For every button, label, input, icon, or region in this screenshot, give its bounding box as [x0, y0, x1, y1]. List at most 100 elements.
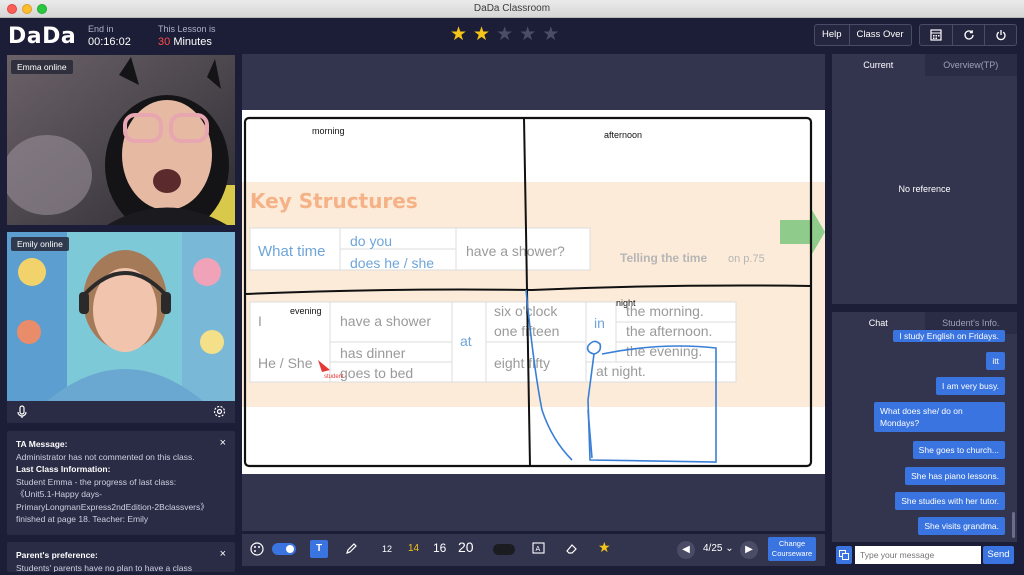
- has-dinner-text: has dinner: [340, 345, 406, 361]
- svg-text:A: A: [536, 546, 541, 553]
- font-size-14[interactable]: 14: [408, 543, 419, 554]
- image-tool-icon[interactable]: A: [532, 542, 545, 557]
- star-icon[interactable]: ★: [496, 25, 513, 45]
- end-in-label: End in: [88, 24, 114, 34]
- app-header: DaDa End in 00:16:02 This Lesson is 30 M…: [0, 18, 1024, 54]
- preposition-in-text: in: [594, 315, 605, 331]
- parent-panel-close-icon[interactable]: ×: [220, 548, 226, 561]
- teacher-video-controls: [7, 401, 235, 423]
- page-ref-text: on p.75: [728, 253, 765, 265]
- courseware-slide[interactable]: Key Structures What time do you does he …: [242, 110, 825, 474]
- slide-canvas[interactable]: Key Structures What time do you does he …: [242, 110, 825, 474]
- header-icon-group: [919, 24, 1017, 46]
- lesson-length-value: 30 Minutes: [158, 36, 212, 48]
- star-icon[interactable]: ★: [473, 25, 490, 45]
- help-button[interactable]: Help: [815, 25, 849, 45]
- send-button[interactable]: Send: [983, 546, 1014, 564]
- have-a-shower-question-text: have a shower?: [466, 243, 565, 259]
- parent-preference-panel: × Parent's preference: Students' parents…: [7, 542, 235, 572]
- change-courseware-button[interactable]: Change Courseware: [768, 537, 816, 561]
- window-title-bar: DaDa Classroom: [0, 0, 1024, 18]
- chat-panel: Chat Student's Info. I study English on …: [832, 312, 1017, 542]
- settings-gear-icon[interactable]: [213, 405, 226, 423]
- drawn-afternoon-label: afternoon: [604, 130, 642, 140]
- star-icon[interactable]: ★: [450, 25, 467, 45]
- font-size-12[interactable]: 12: [382, 544, 392, 554]
- translate-icon[interactable]: [836, 546, 852, 564]
- text-tool-icon[interactable]: T: [310, 540, 328, 558]
- last-class-line: finished at page 18. Teacher: Emily: [16, 514, 149, 524]
- last-class-title: Last Class Information:: [16, 464, 111, 474]
- chat-scrollbar[interactable]: [1012, 512, 1015, 538]
- student-cursor-label: student: [324, 374, 344, 380]
- chat-message: itt: [986, 352, 1005, 370]
- reward-star-icon[interactable]: ★: [598, 539, 611, 556]
- chat-message: She goes to church...: [912, 441, 1005, 459]
- subject-he-she-text: He / She: [258, 355, 313, 371]
- teacher-video-frame: [7, 232, 235, 401]
- whiteboard-area: Key Structures What time do you does he …: [242, 54, 825, 531]
- last-class-line: Student Emma - the progress of last clas…: [16, 476, 177, 487]
- teacher-status-label: Emily online: [11, 237, 69, 251]
- ta-panel-close-icon[interactable]: ×: [220, 437, 226, 450]
- last-class-line: 《Unit5.1-Happy days-: [16, 489, 102, 499]
- chat-message: I study English on Fridays.: [893, 330, 1005, 342]
- dada-logo: DaDa: [8, 24, 77, 49]
- goes-to-bed-text: goes to bed: [340, 365, 413, 381]
- period-night-text: at night.: [596, 363, 646, 379]
- star-icon[interactable]: ★: [542, 25, 559, 45]
- header-button-group: Help Class Over: [814, 24, 912, 46]
- chat-message: She visits grandma.: [918, 517, 1005, 535]
- tab-overview-tp[interactable]: Overview(TP): [924, 54, 1017, 76]
- time-six-text: six o'clock: [494, 303, 558, 319]
- laser-toggle[interactable]: [272, 543, 296, 555]
- drawn-morning-label: morning: [312, 126, 345, 136]
- palette-icon[interactable]: [250, 542, 264, 559]
- ta-message-text: Administrator has not commented on this …: [16, 451, 195, 462]
- what-time-text: What time: [258, 243, 326, 260]
- font-size-16[interactable]: 16: [433, 541, 446, 555]
- whiteboard-toolbar: T 12 14 16 20 A ★ ◀ 4/25 ⌄ ▶ Change Cours…: [242, 534, 825, 566]
- eraser-icon[interactable]: [565, 542, 578, 558]
- no-reference-text: No reference: [898, 184, 951, 194]
- reference-tabs: Current Overview(TP): [832, 54, 1017, 76]
- do-you-text: do you: [350, 233, 392, 249]
- key-structures-title: Key Structures: [250, 189, 418, 213]
- pen-icon[interactable]: [345, 542, 358, 558]
- tab-current[interactable]: Current: [832, 54, 925, 76]
- color-swatch[interactable]: [493, 544, 515, 555]
- page-indicator[interactable]: 4/25 ⌄: [703, 543, 734, 554]
- lesson-length-label: This Lesson is: [158, 24, 216, 34]
- lesson-length-info: This Lesson is 30 Minutes: [158, 24, 216, 48]
- does-he-she-text: does he / she: [350, 255, 434, 271]
- power-icon[interactable]: [984, 25, 1016, 45]
- microphone-icon[interactable]: [17, 405, 27, 424]
- end-in-info: End in 00:16:02: [88, 24, 131, 48]
- student-video-frame: [7, 55, 235, 225]
- ta-message-title: TA Message:: [16, 439, 68, 449]
- parent-preference-text: Students' parents have no plan to have a…: [16, 562, 192, 573]
- class-over-button[interactable]: Class Over: [848, 25, 911, 45]
- drawn-evening-label: evening: [290, 306, 322, 316]
- chat-message: She studies with her tutor.: [895, 492, 1005, 510]
- chat-message: I am very busy.: [936, 377, 1005, 395]
- reference-panel: Current Overview(TP) No reference: [832, 54, 1017, 304]
- calculator-icon[interactable]: [920, 25, 952, 45]
- previous-page-icon[interactable]: ◀: [677, 541, 695, 559]
- telling-time-text: Telling the time: [620, 251, 707, 265]
- student-status-label: Emma online: [11, 60, 73, 74]
- window-title: DaDa Classroom: [473, 3, 551, 14]
- parent-preference-title: Parent's preference:: [16, 550, 98, 560]
- font-size-20[interactable]: 20: [458, 539, 474, 555]
- chat-message-input[interactable]: [855, 546, 981, 564]
- chat-message: She has piano lessons.: [905, 467, 1005, 485]
- next-page-icon[interactable]: ▶: [740, 541, 758, 559]
- ta-message-panel: × TA Message: Administrator has not comm…: [7, 431, 235, 535]
- time-eight-fifty-text: eight fifty: [494, 355, 550, 371]
- chat-message: What does she/ do on Mondays?: [874, 402, 1005, 432]
- student-video: Emma online: [7, 55, 235, 225]
- refresh-icon[interactable]: [952, 25, 984, 45]
- period-afternoon-text: the afternoon.: [626, 323, 712, 339]
- star-icon[interactable]: ★: [519, 25, 536, 45]
- period-morning-text: the morning.: [626, 303, 704, 319]
